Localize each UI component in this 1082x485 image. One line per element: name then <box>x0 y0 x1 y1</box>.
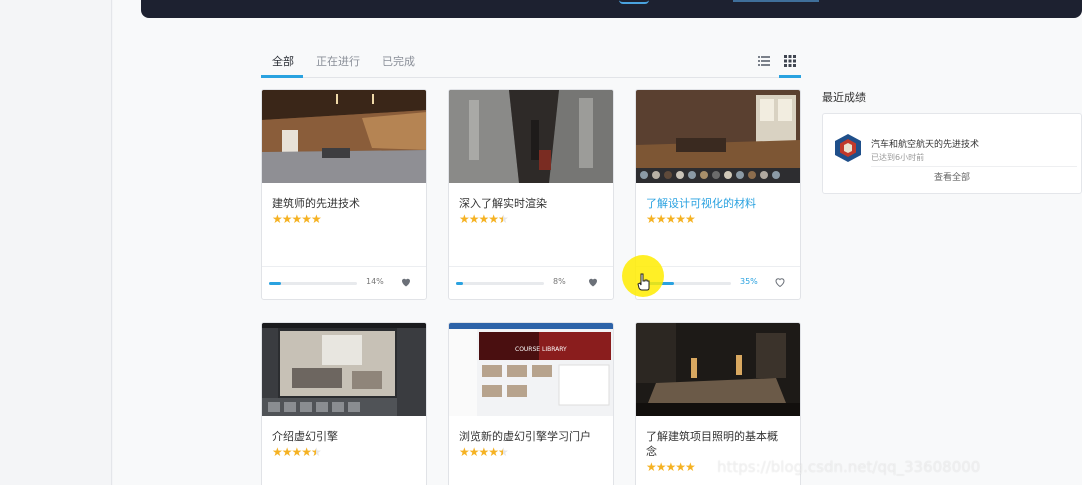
active-tab-indicator <box>261 75 303 78</box>
recent-achievements-heading: 最近成绩 <box>822 91 866 104</box>
course-title[interactable]: 介绍虚幻引擎 <box>262 429 426 444</box>
course-library-banner-text: COURSE LIBRARY <box>515 346 567 353</box>
grid-view-icon[interactable] <box>784 55 796 67</box>
half-star-icon: ★ <box>311 446 322 460</box>
course-thumbnail <box>449 90 613 183</box>
view-all-link[interactable]: 查看全部 <box>823 170 1081 183</box>
course-thumbnail <box>636 323 800 416</box>
progress-percent: 35% <box>740 277 758 286</box>
achievement-time: 已达到6小时前 <box>871 153 925 162</box>
rating-stars: ★★★★★ <box>272 212 322 226</box>
course-title[interactable]: 了解设计可视化的材料 <box>636 196 800 211</box>
course-thumbnail <box>262 323 426 416</box>
left-sidebar <box>0 0 112 485</box>
rating-stars: ★★★★★ <box>449 446 613 460</box>
hero-banner <box>141 0 1082 18</box>
course-card[interactable]: 介绍虚幻引擎 ★★★★★ <box>261 322 427 485</box>
course-thumbnail <box>262 90 426 183</box>
active-view-indicator <box>779 75 801 78</box>
card-footer: 8% <box>449 266 613 299</box>
watermark: https://blog.csdn.net/qq_33608000 <box>717 458 981 476</box>
hexagon-badge-icon <box>835 134 861 162</box>
course-title[interactable]: 了解建筑项目照明的基本概念 <box>636 429 800 459</box>
rating-stars: ★★★★★ <box>646 212 696 226</box>
course-card[interactable]: 建筑师的先进技术 ★★★★★ 14% <box>261 89 427 300</box>
tab-in-progress[interactable]: 正在进行 <box>316 53 360 69</box>
hand-cursor-icon <box>637 273 650 291</box>
divider <box>871 166 1077 167</box>
course-thumbnail: COURSE LIBRARY <box>449 323 613 416</box>
rating-stars: ★★★★★ <box>262 446 426 460</box>
heart-icon[interactable] <box>587 276 599 288</box>
achievement-name[interactable]: 汽车和航空航天的先进技术 <box>871 137 979 150</box>
achievements-panel: 汽车和航空航天的先进技术 已达到6小时前 查看全部 <box>822 113 1082 194</box>
list-view-icon[interactable] <box>758 55 770 67</box>
course-title[interactable]: 浏览新的虚幻引擎学习门户 <box>449 429 613 444</box>
main-content: 全部 正在进行 已完成 建筑师的先进技术 ★★★★★ 14% 深入了解实时渲染 … <box>113 0 1082 485</box>
tab-completed[interactable]: 已完成 <box>382 53 415 69</box>
half-star-icon: ★ <box>498 446 509 460</box>
course-card[interactable]: 深入了解实时渲染 ★★★★★ 8% <box>448 89 614 300</box>
progress-percent: 8% <box>553 277 566 286</box>
progress-bar <box>456 282 544 285</box>
heart-outline-icon[interactable] <box>774 276 786 288</box>
rating-stars: ★★★★★ <box>449 213 613 227</box>
card-footer: 14% <box>262 266 426 299</box>
half-star-icon: ★ <box>498 213 509 227</box>
course-title[interactable]: 建筑师的先进技术 <box>262 196 426 211</box>
course-card[interactable]: COURSE LIBRARY 浏览新的虚幻引擎学习门户 ★★★★★ <box>448 322 614 485</box>
progress-percent: 14% <box>366 277 384 286</box>
course-thumbnail <box>636 90 800 183</box>
tab-all[interactable]: 全部 <box>272 53 294 69</box>
progress-bar <box>269 282 357 285</box>
heart-icon[interactable] <box>400 276 412 288</box>
course-filter-tabs: 全部 正在进行 已完成 <box>261 50 801 78</box>
course-title[interactable]: 深入了解实时渲染 <box>449 196 613 211</box>
